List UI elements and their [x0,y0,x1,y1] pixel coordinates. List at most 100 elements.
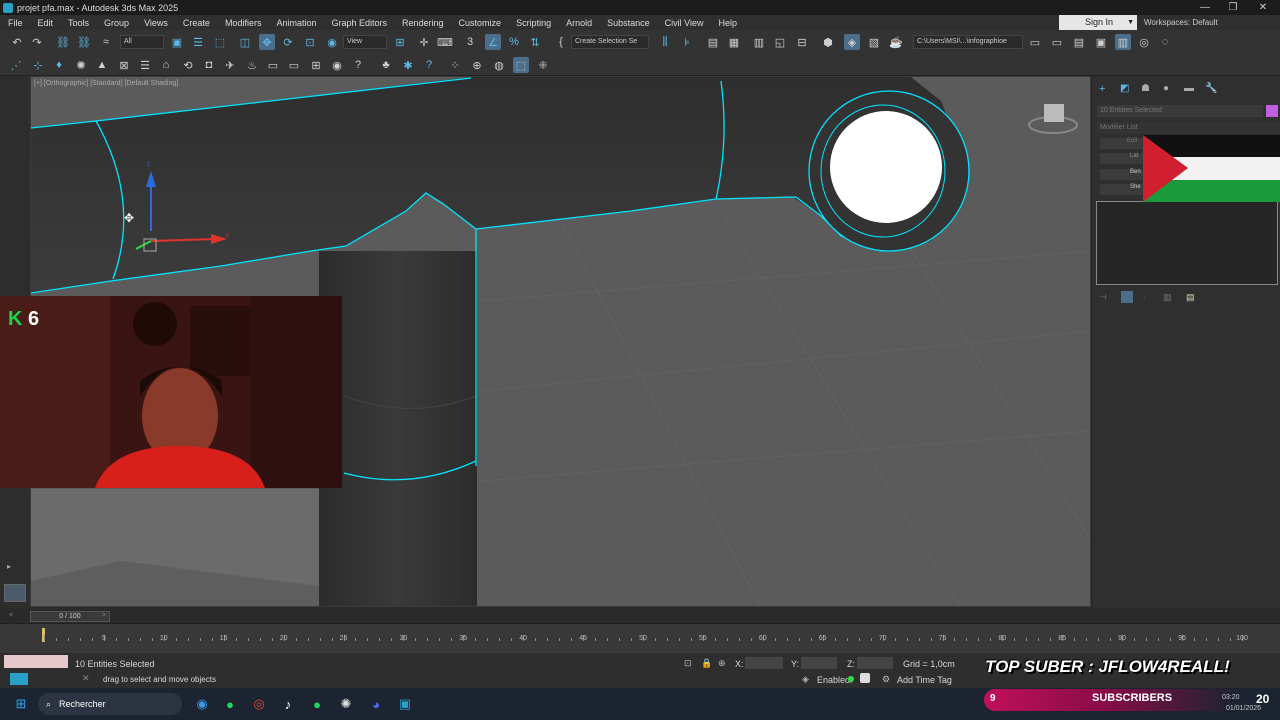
scene-explorer-icon[interactable]: ▤ [705,34,721,50]
arnold-light-icon[interactable]: ✱ [400,57,416,73]
edit-named-selection-icon[interactable]: { [553,34,569,50]
viewport-label[interactable]: [+] [Orthographic] [Standard] [Default S… [34,80,178,87]
project-path-dropdown[interactable]: C:\Users\MSI\...\infographioe [913,35,1023,49]
spotify-2-icon[interactable]: ● [307,694,327,714]
placement-icon[interactable]: ◉ [324,34,340,50]
menu-item-group[interactable]: Group [96,18,136,28]
motion-tab-icon[interactable]: ● [1163,83,1169,94]
align-icon[interactable]: ⊧ [679,34,695,50]
spinner-snap-icon[interactable]: ⇅ [527,34,543,50]
move-icon[interactable]: ✥ [259,34,275,50]
lock-icon[interactable]: 🔒 [701,658,712,669]
create-tab-icon[interactable]: + [1099,83,1105,95]
menu-item-tools[interactable]: Tools [60,18,96,28]
layer-explorer-icon[interactable]: ▦ [726,34,742,50]
menu-item-graph-editors[interactable]: Graph Editors [323,18,394,28]
configure-modifier-icon[interactable]: ▤ [1186,292,1195,303]
keyboard-icon[interactable] [860,673,870,683]
chatgpt-icon[interactable]: ✺ [336,694,356,714]
grid-icon[interactable]: ⊞ [308,57,324,73]
menu-item-edit[interactable]: Edit [30,18,61,28]
adaptive-degradation-icon[interactable]: ◈ [802,674,809,685]
undo-icon[interactable]: ↶ [9,34,25,50]
viewport-thumb-icon[interactable] [4,584,26,602]
3dsmax-taskbar-icon[interactable]: ▣ [395,694,415,714]
camera-icon[interactable]: ⊠ [116,57,132,73]
layout-icon[interactable]: ▣ [1093,34,1109,50]
minimize-button[interactable]: — [1190,0,1220,15]
bind-space-warp-icon[interactable]: ≈ [98,34,114,50]
add-time-tag[interactable]: Add Time Tag [897,675,952,685]
show-end-result-icon[interactable] [1121,291,1133,303]
menu-item-views[interactable]: Views [136,18,175,28]
angle-snap-icon[interactable]: ∠ [485,34,501,50]
menu-item-help[interactable]: Help [710,18,744,28]
named-selection-dropdown[interactable]: Create Selection Se [571,35,649,49]
edge-icon[interactable]: ◉ [192,694,212,714]
toggle-ribbon-icon[interactable]: ▥ [751,34,767,50]
pin-stack-icon[interactable]: ⊣ [1099,292,1107,303]
hierarchy-tab-icon[interactable]: ☗ [1141,83,1150,94]
modify-tab-icon[interactable]: ◩ [1120,83,1129,94]
cone-icon[interactable]: ▲ [94,57,110,73]
discord-icon[interactable]: ◕ [366,694,386,714]
curve-editor-icon[interactable]: ◱ [772,34,788,50]
close-x-icon[interactable]: ✕ [82,673,90,684]
selection-name-field[interactable]: 10 Entities Selected [1097,105,1263,117]
plane-icon[interactable]: ▭ [286,57,302,73]
tool-icon[interactable]: ⋰ [8,57,24,73]
time-slider-bar[interactable] [0,609,1280,623]
menu-item-scripting[interactable]: Scripting [508,18,558,28]
time-tag-icon[interactable]: ⚙ [882,674,890,685]
select-by-name-icon[interactable]: ☰ [190,34,206,50]
taskbar-search[interactable]: ⌕ Rechercher [38,693,182,715]
select-object-icon[interactable]: ▣ [169,34,185,50]
menu-item-file[interactable]: File [0,18,30,28]
script-icon[interactable] [10,673,28,685]
rotate-icon[interactable]: ⟳ [280,34,296,50]
remove-modifier-icon[interactable]: ▥ [1163,292,1172,303]
menu-item-substance[interactable]: Substance [599,18,657,28]
scale-icon[interactable]: ⊡ [302,34,318,50]
utilities-tab-icon[interactable]: 🔧 [1205,83,1217,94]
keyboard-shortcut-icon[interactable]: ⌨ [437,34,453,50]
tree-icon[interactable]: ♣ [378,57,394,73]
absolute-mode-icon[interactable]: ⊕ [718,658,726,669]
time-slider[interactable]: 0 / 100 [30,611,110,622]
make-unique-icon[interactable]: ⫶ [1143,292,1145,303]
eye-icon[interactable]: ◉ [329,57,345,73]
graph-icon[interactable]: ⊹ [30,57,46,73]
crosshair-icon[interactable]: ⁜ [535,57,551,73]
sun-icon[interactable]: ✺ [73,57,89,73]
sign-in-button[interactable]: Sign In ▼ [1059,15,1137,30]
arnold-icon[interactable]: ◌ [1157,34,1173,50]
render-setup-icon[interactable]: ◈ [844,34,860,50]
percent-snap-icon[interactable]: % [506,34,522,50]
menu-item-animation[interactable]: Animation [268,18,323,28]
modifier-stack[interactable] [1096,201,1278,285]
z-coordinate-field[interactable] [857,657,893,669]
close-button[interactable]: ✕ [1248,0,1278,15]
window-crossing-icon[interactable]: ◫ [237,34,253,50]
windows-start-icon[interactable]: ⊞ [11,694,31,714]
help-icon[interactable]: ? [350,57,366,73]
help-circle-icon[interactable]: ? [421,57,437,73]
workspaces-selector[interactable]: Workspaces: Default [1144,15,1218,30]
command-panel-toggle-icon[interactable]: ▥ [1115,34,1131,50]
modifier-list-dropdown[interactable]: Modifier List [1097,122,1279,134]
restore-button[interactable]: ❐ [1218,0,1248,15]
tiktok-icon[interactable]: ♪ [278,694,298,714]
spotify-icon[interactable]: ● [220,694,240,714]
next-frame-icon[interactable]: > [102,612,106,619]
menu-item-civil-view[interactable]: Civil View [657,18,711,28]
expand-arrow-icon[interactable]: ▸ [7,562,11,571]
sphere-icon[interactable]: ◍ [491,57,507,73]
menu-item-rendering[interactable]: Rendering [394,18,451,28]
track-bar[interactable]: 5 10 15 20 25 30 35 40 45 50 55 60 65 70 75 80 85 90 95 100 [0,623,1280,653]
lamp-icon[interactable]: ♨ [244,57,260,73]
menu-item-customize[interactable]: Customize [451,18,509,28]
selection-filter-dropdown[interactable]: All [120,35,164,49]
link-icon[interactable]: ⛓ [55,34,71,50]
rocket-icon[interactable]: ✈ [222,57,238,73]
menu-item-arnold[interactable]: Arnold [558,18,599,28]
